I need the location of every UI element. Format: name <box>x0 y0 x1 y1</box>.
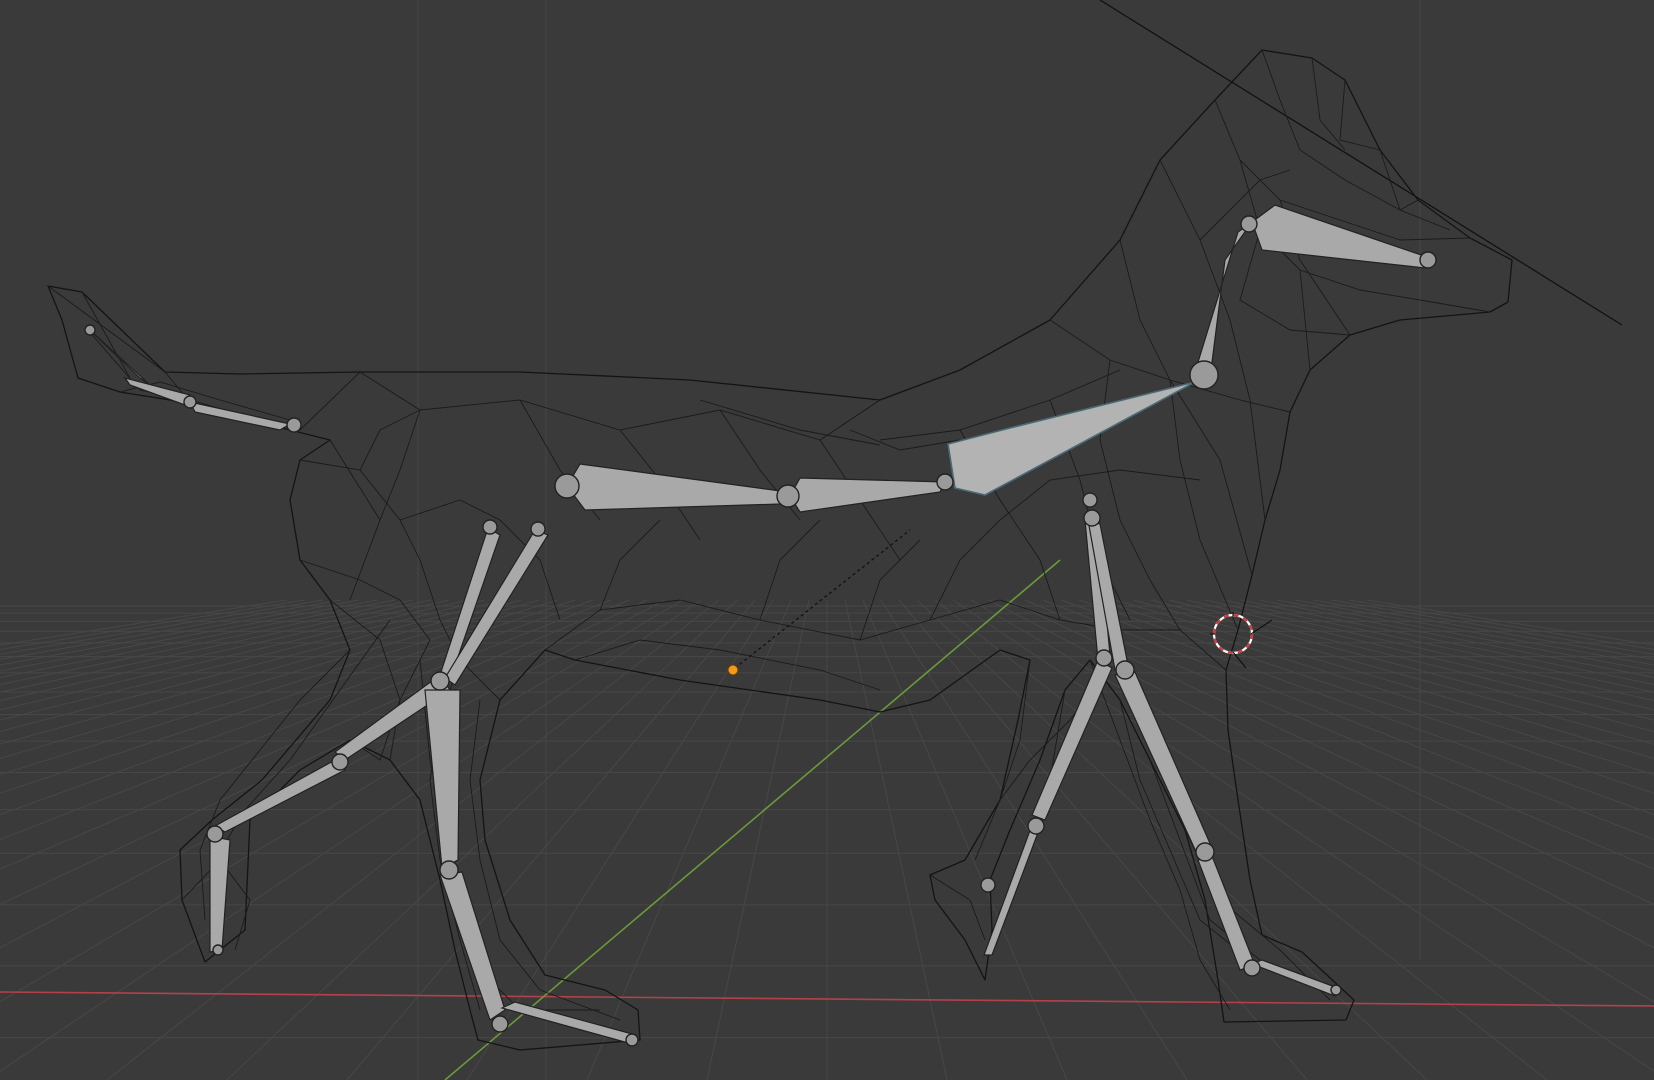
joint-head[interactable] <box>1240 215 1258 233</box>
joint-tail-3[interactable] <box>286 417 302 433</box>
viewport-canvas[interactable] <box>0 0 1654 1080</box>
joint-hind-right-hock[interactable] <box>439 860 459 880</box>
joint-front-right-toe[interactable] <box>1330 984 1342 996</box>
joint-tail-2[interactable] <box>183 395 197 409</box>
joint-hind-left-toe[interactable] <box>212 944 224 956</box>
joint-hind-left-hip[interactable] <box>482 519 498 535</box>
joint-spine-2[interactable] <box>776 484 800 508</box>
joint-hind-right-hip[interactable] <box>530 521 546 537</box>
joint-hind-right-knee[interactable] <box>430 671 450 691</box>
joint-front-right-paw[interactable] <box>1243 959 1261 977</box>
joint-front-left-wrist[interactable] <box>1027 817 1045 835</box>
joint-neck-base[interactable] <box>1189 360 1219 390</box>
joint-hind-left-knee[interactable] <box>331 753 349 771</box>
joint-spine-1[interactable] <box>554 473 580 499</box>
joint-tail-1[interactable] <box>84 324 96 336</box>
joint-front-left-toe[interactable] <box>980 877 996 893</box>
joint-hind-right-paw[interactable] <box>491 1015 509 1033</box>
joint-front-right-shoulder[interactable] <box>1083 509 1101 527</box>
joint-front-right-elbow[interactable] <box>1115 660 1135 680</box>
joint-front-left-elbow[interactable] <box>1095 649 1113 667</box>
joint-front-right-wrist[interactable] <box>1195 842 1215 862</box>
3d-viewport[interactable] <box>0 0 1654 1080</box>
joint-hind-right-toe[interactable] <box>625 1033 639 1047</box>
joint-hind-left-hock[interactable] <box>206 825 224 843</box>
object-origin-icon[interactable] <box>727 664 739 676</box>
joint-snout[interactable] <box>1419 251 1437 269</box>
joint-front-left-shoulder[interactable] <box>1082 492 1098 508</box>
joint-spine-3[interactable] <box>936 473 954 491</box>
